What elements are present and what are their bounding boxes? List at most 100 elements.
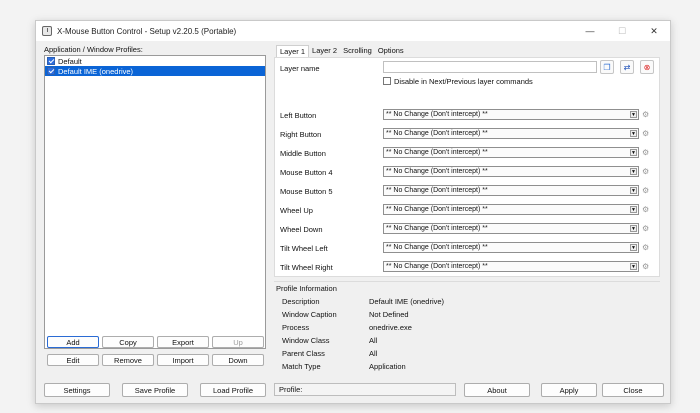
info-value: onedrive.exe [369,323,412,332]
chevron-down-icon: ▼ [630,263,637,270]
layer-name-input[interactable] [383,61,597,73]
copy-layer-button[interactable]: ❐ [600,60,614,74]
export-button[interactable]: Export [157,336,209,348]
layer-panel: Layer name ❐ ⇄ ⊗ Disable in Next/Previou… [274,57,660,277]
tab-strip: Layer 1 Layer 2 Scrolling Options [276,45,407,57]
up-button[interactable]: Up [212,336,264,348]
copy-button[interactable]: Copy [102,336,154,348]
chevron-down-icon: ▼ [630,130,637,137]
settings-button[interactable]: Settings [44,383,110,397]
reset-icon: ⊗ [644,63,651,72]
info-value: All [369,349,377,358]
mouse-button-4-select[interactable]: ** No Change (Don't intercept) **▼ [383,166,639,177]
right-button-select[interactable]: ** No Change (Don't intercept) ** ▼ [383,128,639,139]
button-label-tilt-left: Tilt Wheel Left [280,244,328,253]
select-value: ** No Change (Don't intercept) ** [386,206,488,213]
layer-name-label: Layer name [280,64,320,73]
remove-button[interactable]: Remove [102,354,154,366]
button-label-mouse4: Mouse Button 4 [280,168,333,177]
info-key: Window Caption [282,310,337,319]
close-window-button[interactable]: ✕ [638,21,670,41]
button-label-wheel-up: Wheel Up [280,206,313,215]
maximize-button[interactable]: ☐ [606,21,638,41]
checkbox-icon[interactable] [47,67,55,75]
profile-info-group: Profile Information Description Default … [274,281,660,371]
chevron-down-icon: ▼ [630,225,637,232]
load-profile-button[interactable]: Load Profile [200,383,266,397]
button-label-mouse5: Mouse Button 5 [280,187,333,196]
button-label-wheel-down: Wheel Down [280,225,323,234]
button-label-left: Left Button [280,111,316,120]
chevron-down-icon: ▼ [630,187,637,194]
window-title: X-Mouse Button Control - Setup v2.20.5 (… [57,27,236,36]
profile-item-default-ime[interactable]: Default IME (onedrive) [45,66,265,76]
tilt-wheel-right-select[interactable]: ** No Change (Don't intercept) ** ▼ [383,261,639,272]
chevron-down-icon: ▼ [630,206,637,213]
gear-icon[interactable]: ⚙ [642,205,651,214]
info-key: Match Type [282,362,321,371]
title-bar: X-Mouse Button Control - Setup v2.20.5 (… [36,21,670,41]
add-button[interactable]: Add [47,336,99,348]
apply-button[interactable]: Apply [541,383,597,397]
gear-icon[interactable]: ⚙ [642,243,651,252]
swap-layer-button[interactable]: ⇄ [620,60,634,74]
info-key: Description [282,297,320,306]
profile-item-default[interactable]: Default [45,56,265,66]
info-value: Not Defined [369,310,409,319]
tilt-wheel-left-select[interactable]: ** No Change (Don't intercept) **▼ [383,242,639,253]
select-value: ** No Change (Don't intercept) ** [386,225,488,232]
select-value: ** No Change (Don't intercept) ** [386,149,488,156]
profiles-list[interactable]: Default Default IME (onedrive) [44,55,266,349]
edit-button[interactable]: Edit [47,354,99,366]
select-value: ** No Change (Don't intercept) ** [386,187,488,194]
left-button-select[interactable]: ** No Change (Don't intercept) ** ▼ [383,109,639,120]
wheel-up-select[interactable]: ** No Change (Don't intercept) ** ▼ [383,204,639,215]
info-key: Parent Class [282,349,325,358]
app-window: X-Mouse Button Control - Setup v2.20.5 (… [35,20,671,404]
import-button[interactable]: Import [157,354,209,366]
gear-icon[interactable]: ⚙ [642,110,651,119]
profile-info-title: Profile Information [276,284,337,293]
swap-icon: ⇄ [624,63,631,72]
button-label-tilt-right: Tilt Wheel Right [280,263,333,272]
tab-layer-2[interactable]: Layer 2 [309,45,340,57]
select-value: ** No Change (Don't intercept) ** [386,130,488,137]
select-value: ** No Change (Don't intercept) ** [386,111,488,118]
down-button[interactable]: Down [212,354,264,366]
chevron-down-icon: ▼ [630,149,637,156]
status-profile-label: Profile: [279,385,302,394]
gear-icon[interactable]: ⚙ [642,186,651,195]
info-key: Process [282,323,309,332]
info-value: All [369,336,377,345]
select-value: ** No Change (Don't intercept) ** [386,244,488,251]
select-value: ** No Change (Don't intercept) ** [386,263,488,270]
wheel-down-select[interactable]: ** No Change (Don't intercept) ** ▼ [383,223,639,234]
chevron-down-icon: ▼ [630,111,637,118]
about-button[interactable]: About [464,383,530,397]
info-value: Application [369,362,406,371]
button-label-middle: Middle Button [280,149,326,158]
tab-layer-1[interactable]: Layer 1 [276,45,309,57]
info-key: Window Class [282,336,330,345]
close-button[interactable]: Close [602,383,664,397]
window-controls: — ☐ ✕ [574,21,670,41]
gear-icon[interactable]: ⚙ [642,262,651,271]
gear-icon[interactable]: ⚙ [642,129,651,138]
profile-item-label: Default IME (onedrive) [58,67,133,76]
gear-icon[interactable]: ⚙ [642,148,651,157]
tab-scrolling[interactable]: Scrolling [340,45,375,57]
reset-layer-button[interactable]: ⊗ [640,60,654,74]
minimize-button[interactable]: — [574,21,606,41]
mouse-button-5-select[interactable]: ** No Change (Don't intercept) ** ▼ [383,185,639,196]
save-profile-button[interactable]: Save Profile [122,383,188,397]
gear-icon[interactable]: ⚙ [642,167,651,176]
mouse-icon [42,26,52,36]
checkbox-icon[interactable] [47,57,55,65]
middle-button-select[interactable]: ** No Change (Don't intercept) ** ▼ [383,147,639,158]
disable-layer-checkbox[interactable] [383,77,391,85]
gear-icon[interactable]: ⚙ [642,224,651,233]
tab-options[interactable]: Options [375,45,407,57]
select-value: ** No Change (Don't intercept) ** [386,168,488,175]
button-label-right: Right Button [280,130,321,139]
profile-item-label: Default [58,57,82,66]
